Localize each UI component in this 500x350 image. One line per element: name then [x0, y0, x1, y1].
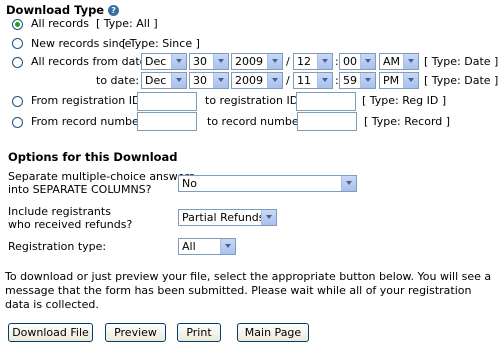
- chevron-down-icon: [403, 54, 418, 69]
- reg-id-to-label: to registration ID:: [205, 94, 302, 107]
- separate-columns-value: No: [182, 177, 197, 190]
- to-minute-select[interactable]: 59: [339, 72, 376, 89]
- instructions-text: To download or just preview your file, s…: [5, 270, 492, 311]
- chevron-down-icon: [317, 54, 332, 69]
- refunds-label-line2: who received refunds?: [8, 218, 133, 231]
- chevron-down-icon: [213, 54, 228, 69]
- download-type-title: Download Type?: [6, 3, 120, 17]
- chevron-down-icon: [213, 73, 228, 88]
- from-month-value: Dec: [145, 55, 167, 68]
- print-button[interactable]: Print: [177, 323, 221, 342]
- from-date-slash: /: [286, 55, 290, 68]
- from-date-label: All records from date:: [31, 55, 151, 68]
- reg-id-from-input[interactable]: [137, 92, 197, 111]
- record-to-label: to record number:: [207, 115, 307, 128]
- to-hour-value: 11: [297, 74, 311, 87]
- radio-reg-id[interactable]: [12, 96, 23, 107]
- to-date-slash: /: [286, 74, 290, 87]
- to-year-value: 2009: [235, 74, 263, 87]
- reg-type-label: Registration type:: [8, 240, 107, 253]
- chevron-down-icon: [267, 54, 282, 69]
- record-from-label: From record number:: [31, 115, 147, 128]
- radio-all-records[interactable]: [12, 19, 23, 30]
- help-icon[interactable]: ?: [108, 5, 120, 16]
- reg-id-to-input[interactable]: [296, 92, 356, 111]
- from-ampm-select[interactable]: AM: [379, 53, 419, 70]
- from-minute-value: 00: [343, 55, 357, 68]
- all-records-label: All records: [31, 17, 90, 30]
- reg-type-select[interactable]: All: [178, 238, 236, 255]
- from-month-select[interactable]: Dec: [141, 53, 187, 70]
- chevron-down-icon: [403, 73, 418, 88]
- chevron-down-icon: [171, 73, 186, 88]
- to-year-select[interactable]: 2009: [231, 72, 283, 89]
- from-year-value: 2009: [235, 55, 263, 68]
- download-type-title-text: Download Type: [6, 3, 105, 17]
- to-month-select[interactable]: Dec: [141, 72, 187, 89]
- radio-from-date[interactable]: [12, 57, 23, 68]
- from-year-select[interactable]: 2009: [231, 53, 283, 70]
- chevron-down-icon: [267, 73, 282, 88]
- refunds-select[interactable]: Partial Refunds: [178, 209, 277, 226]
- from-minute-select[interactable]: 00: [339, 53, 376, 70]
- from-hour-select[interactable]: 12: [293, 53, 333, 70]
- to-date-type: [ Type: Date ]: [424, 74, 499, 87]
- chevron-down-icon: [317, 73, 332, 88]
- to-minute-value: 59: [343, 74, 357, 87]
- to-ampm-value: PM: [383, 74, 400, 87]
- new-since-type: [ Type: Since ]: [122, 37, 200, 50]
- separate-columns-select[interactable]: No: [178, 175, 357, 192]
- from-day-value: 30: [193, 55, 207, 68]
- reg-type-value: All: [182, 240, 196, 253]
- record-to-input[interactable]: [297, 112, 357, 131]
- reg-id-type: [ Type: Reg ID ]: [362, 94, 447, 107]
- separate-label-line2: into SEPARATE COLUMNS?: [8, 183, 152, 196]
- to-day-select[interactable]: 30: [189, 72, 229, 89]
- preview-button[interactable]: Preview: [105, 323, 166, 342]
- new-since-label: New records since: [31, 37, 132, 50]
- refunds-label-line1: Include registrants: [8, 205, 111, 218]
- chevron-down-icon: [360, 54, 375, 69]
- download-file-button[interactable]: Download File: [8, 323, 93, 342]
- chevron-down-icon: [261, 210, 276, 225]
- record-type: [ Type: Record ]: [364, 115, 451, 128]
- chevron-down-icon: [341, 176, 356, 191]
- main-page-button[interactable]: Main Page: [237, 323, 309, 342]
- radio-record-number[interactable]: [12, 117, 23, 128]
- chevron-down-icon: [360, 73, 375, 88]
- to-hour-select[interactable]: 11: [293, 72, 333, 89]
- radio-new-since[interactable]: [12, 38, 23, 49]
- all-records-type: [ Type: All ]: [96, 17, 158, 30]
- refunds-value: Partial Refunds: [182, 211, 265, 224]
- record-from-input[interactable]: [137, 112, 197, 131]
- to-month-value: Dec: [145, 74, 167, 87]
- from-hour-value: 12: [297, 55, 311, 68]
- from-date-type: [ Type: Date ]: [424, 55, 499, 68]
- to-ampm-select[interactable]: PM: [379, 72, 419, 89]
- chevron-down-icon: [171, 54, 186, 69]
- reg-id-from-label: From registration ID:: [31, 94, 145, 107]
- to-day-value: 30: [193, 74, 207, 87]
- from-day-select[interactable]: 30: [189, 53, 229, 70]
- chevron-down-icon: [220, 239, 235, 254]
- from-ampm-value: AM: [383, 55, 401, 68]
- separate-label-line1: Separate multiple-choice answers: [8, 170, 195, 183]
- options-title: Options for this Download: [8, 150, 178, 164]
- to-date-label: to date:: [96, 74, 140, 87]
